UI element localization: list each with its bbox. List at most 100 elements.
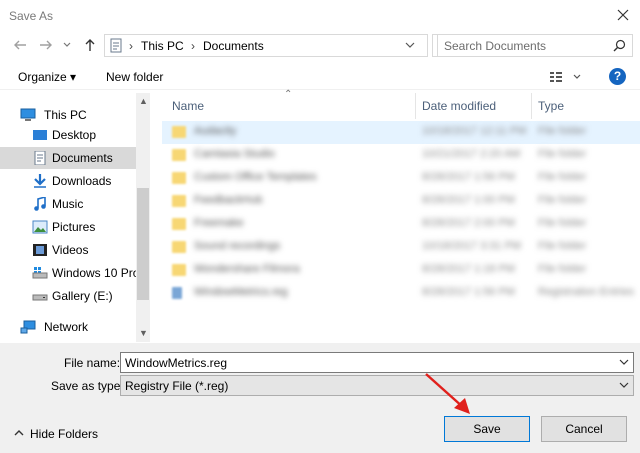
sidebar-item-label: Documents bbox=[52, 151, 113, 165]
music-icon bbox=[34, 197, 46, 211]
view-options-icon[interactable] bbox=[548, 68, 588, 86]
search-input[interactable]: Search Documents bbox=[437, 34, 633, 57]
save-options-panel: File name: WindowMetrics.reg Save as typ… bbox=[0, 343, 640, 453]
navigation-pane: This PC Desktop Documents Downloads Musi… bbox=[0, 93, 150, 342]
sidebar-item-music[interactable]: Music bbox=[0, 193, 136, 215]
downloads-icon bbox=[34, 174, 46, 188]
window-title: Save As bbox=[9, 9, 54, 23]
sidebar-item-gallery-e[interactable]: Gallery (E:) bbox=[0, 285, 136, 307]
sidebar-item-label: Network bbox=[44, 320, 89, 334]
search-icon bbox=[613, 39, 626, 52]
annotation-arrow-icon bbox=[425, 373, 470, 414]
file-name-value: WindowMetrics.reg bbox=[125, 356, 228, 370]
file-name-cell: Audacity bbox=[194, 125, 237, 137]
scroll-down-icon[interactable]: ▼ bbox=[139, 328, 148, 338]
recent-locations-chevron-icon[interactable] bbox=[62, 37, 72, 53]
organize-menu[interactable]: Organize ▾ bbox=[18, 70, 76, 84]
type-cell: File folder bbox=[538, 217, 587, 229]
type-cell: File folder bbox=[538, 194, 587, 206]
back-arrow-icon[interactable] bbox=[12, 37, 28, 53]
date-modified-cell: 8/28/2017 1:00 PM bbox=[422, 194, 515, 206]
videos-icon bbox=[33, 244, 47, 256]
sidebar-item-videos[interactable]: Videos bbox=[0, 239, 136, 261]
column-header-label: Name bbox=[172, 99, 205, 113]
column-header-type[interactable]: Type bbox=[532, 93, 640, 119]
sidebar-item-this-pc[interactable]: This PC bbox=[0, 104, 136, 126]
column-header-label: Date modified bbox=[422, 99, 497, 113]
table-row[interactable]: Wondershare Filmora 8/28/2017 1:18 PM File… bbox=[162, 259, 640, 282]
table-row[interactable]: Freemake 8/28/2017 2:00 PM File folder bbox=[162, 213, 640, 236]
command-toolbar: Organize ▾ New folder ? bbox=[0, 64, 640, 90]
sidebar-item-pictures[interactable]: Pictures bbox=[0, 216, 136, 238]
table-row[interactable]: FeedbackHub 8/28/2017 1:00 PM File folder bbox=[162, 190, 640, 213]
sidebar-item-downloads[interactable]: Downloads bbox=[0, 170, 136, 192]
table-row[interactable]: Camtasia Studio 10/21/2017 2:20 AM File fo… bbox=[162, 144, 640, 167]
breadcrumb-documents[interactable]: Documents bbox=[203, 39, 264, 53]
file-name-field[interactable]: WindowMetrics.reg bbox=[120, 352, 634, 373]
type-cell: File folder bbox=[538, 148, 587, 160]
file-name-cell: WindowMetrics.reg bbox=[194, 286, 288, 298]
sidebar-item-label: Gallery (E:) bbox=[52, 289, 113, 303]
date-modified-cell: 10/18/2017 3:31 PM bbox=[422, 240, 522, 252]
forward-arrow-icon[interactable] bbox=[38, 37, 54, 53]
chevron-up-icon bbox=[14, 430, 24, 436]
pc-icon bbox=[20, 108, 36, 121]
pictures-icon bbox=[32, 220, 48, 234]
chevron-down-icon bbox=[619, 382, 629, 388]
table-row[interactable]: Audacity 10/18/2017 12:11 PM File folder bbox=[162, 121, 640, 144]
sidebar-item-label: This PC bbox=[44, 108, 87, 122]
folder-icon bbox=[172, 126, 186, 138]
sidebar-item-windows-10-pro[interactable]: Windows 10 Pro bbox=[0, 262, 139, 284]
column-header-date-modified[interactable]: Date modified bbox=[416, 93, 532, 119]
drive-icon bbox=[32, 294, 48, 301]
date-modified-cell: 8/28/2017 1:56 PM bbox=[422, 286, 515, 298]
address-dropdown-icon[interactable] bbox=[403, 38, 417, 52]
table-row[interactable]: WindowMetrics.reg 8/28/2017 1:56 PM Regist… bbox=[162, 282, 640, 305]
sidebar-item-desktop[interactable]: Desktop bbox=[0, 124, 136, 146]
table-row[interactable]: Custom Office Templates 8/28/2017 1:56 PM… bbox=[162, 167, 640, 190]
breadcrumb-this-pc[interactable]: This PC bbox=[141, 39, 184, 53]
navigation-scrollbar[interactable]: ▲ ▼ bbox=[136, 93, 150, 342]
file-list: ⌃ Name Date modified Type Audacity 10/18/… bbox=[152, 89, 640, 342]
close-icon[interactable] bbox=[614, 6, 632, 24]
type-cell: Registration Entries bbox=[538, 286, 634, 298]
sidebar-item-label: Pictures bbox=[52, 220, 96, 234]
column-header-label: Type bbox=[538, 99, 565, 113]
new-folder-button[interactable]: New folder bbox=[106, 70, 163, 84]
scroll-up-icon[interactable]: ▲ bbox=[139, 96, 148, 106]
title-bar: Save As bbox=[0, 0, 640, 32]
cancel-button[interactable]: Cancel bbox=[541, 416, 627, 442]
search-placeholder: Search Documents bbox=[444, 39, 547, 53]
address-bar[interactable]: › This PC › Documents bbox=[104, 34, 428, 57]
type-cell: File folder bbox=[538, 240, 587, 252]
column-header-name[interactable]: Name bbox=[166, 93, 416, 119]
address-row: › This PC › Documents Search Documents bbox=[0, 33, 640, 59]
file-name-cell: Sound recordings bbox=[194, 240, 281, 252]
sidebar-item-documents[interactable]: Documents bbox=[0, 147, 136, 169]
table-row[interactable]: Sound recordings 10/18/2017 3:31 PM File f… bbox=[162, 236, 640, 259]
folder-icon bbox=[172, 218, 186, 230]
hide-folders-label: Hide Folders bbox=[30, 427, 99, 441]
type-cell: File folder bbox=[538, 125, 587, 137]
help-button[interactable]: ? bbox=[609, 68, 626, 85]
type-cell: File folder bbox=[538, 263, 587, 275]
save-as-type-dropdown[interactable]: Registry File (*.reg) bbox=[120, 375, 634, 396]
save-as-type-value: Registry File (*.reg) bbox=[125, 379, 229, 393]
date-modified-cell: 10/18/2017 12:11 PM bbox=[422, 125, 527, 137]
scrollbar-thumb[interactable] bbox=[137, 188, 149, 300]
desktop-icon bbox=[33, 130, 47, 140]
date-modified-cell: 8/28/2017 1:56 PM bbox=[422, 171, 515, 183]
sidebar-item-label: Music bbox=[52, 197, 84, 211]
up-arrow-icon[interactable] bbox=[82, 37, 98, 53]
type-cell: File folder bbox=[538, 171, 587, 183]
sidebar-item-network[interactable]: Network bbox=[0, 316, 136, 338]
chevron-down-icon[interactable] bbox=[617, 355, 631, 369]
folder-icon bbox=[172, 195, 186, 207]
registry-file-icon bbox=[172, 287, 182, 299]
documents-icon bbox=[34, 151, 46, 165]
file-name-label: File name: bbox=[64, 356, 121, 370]
drive-icon bbox=[32, 267, 48, 279]
file-name-cell: Custom Office Templates bbox=[194, 171, 317, 183]
breadcrumb-separator: › bbox=[129, 39, 133, 53]
sidebar-item-label: Downloads bbox=[52, 174, 112, 188]
